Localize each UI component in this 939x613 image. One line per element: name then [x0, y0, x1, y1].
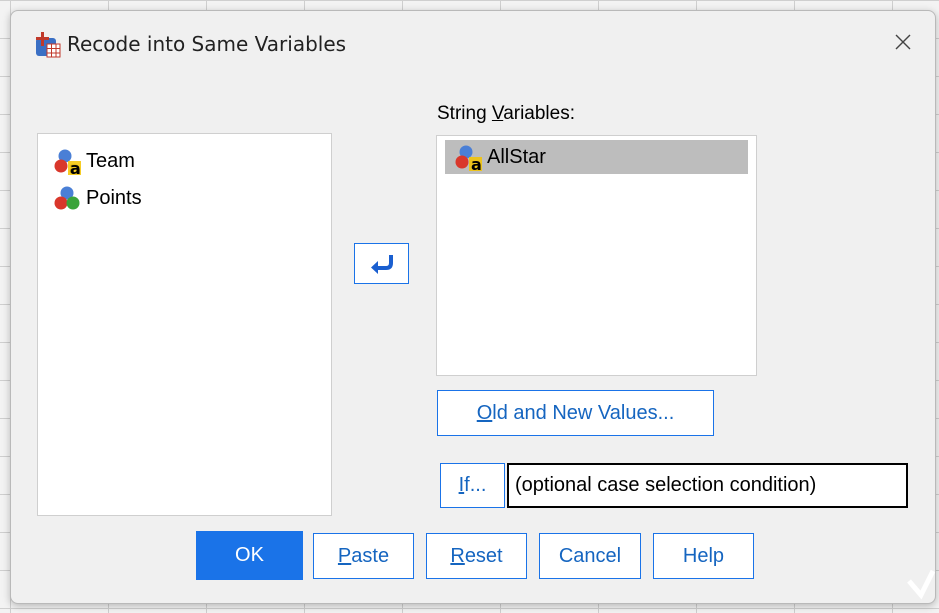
- case-selection-condition: (optional case selection condition): [507, 463, 908, 508]
- reset-button[interactable]: Reset: [426, 533, 527, 579]
- close-button[interactable]: [885, 25, 921, 59]
- list-item-label: AllStar: [487, 145, 546, 168]
- spss-recode-icon: [36, 32, 61, 58]
- list-item-points[interactable]: Points: [52, 181, 142, 215]
- string-variables-list[interactable]: a AllStar: [436, 135, 757, 376]
- string-variable-icon: a: [455, 145, 482, 172]
- button-label: ld and New Values...: [492, 401, 675, 424]
- paste-button[interactable]: Paste: [313, 533, 414, 579]
- move-variable-button[interactable]: [354, 243, 409, 284]
- resize-grip-icon[interactable]: [895, 563, 935, 603]
- title-bar: Recode into Same Variables: [11, 11, 935, 73]
- svg-text:a: a: [471, 155, 482, 172]
- cancel-button[interactable]: Cancel: [539, 533, 641, 579]
- help-button[interactable]: Help: [653, 533, 754, 579]
- button-mnemonic: O: [476, 401, 493, 424]
- recode-dialog: Recode into Same Variables a a Team: [10, 10, 936, 604]
- list-item-allstar[interactable]: a AllStar: [445, 140, 748, 174]
- string-variable-icon: a a: [54, 149, 81, 176]
- list-item-label: Points: [86, 186, 142, 209]
- svg-text:a: a: [70, 159, 81, 176]
- button-mnemonic: P: [337, 544, 352, 567]
- list-item-team[interactable]: a a Team: [52, 144, 135, 178]
- arrow-left-icon: [370, 254, 393, 274]
- button-label: eset: [464, 544, 503, 567]
- button-mnemonic: R: [450, 544, 465, 567]
- button-label: f...: [464, 474, 487, 496]
- scale-variable-icon: [54, 186, 80, 210]
- label-mnemonic: V: [491, 103, 504, 124]
- label-prefix: String: [437, 103, 492, 124]
- label-suffix: ariables:: [503, 103, 576, 124]
- ok-button[interactable]: OK: [196, 531, 303, 580]
- window-title: Recode into Same Variables: [67, 32, 347, 56]
- if-button[interactable]: If...: [440, 463, 505, 508]
- old-and-new-values-button[interactable]: Old and New Values...: [437, 390, 714, 436]
- string-variables-label: String Variables:: [437, 103, 575, 125]
- source-variable-list[interactable]: a a Team Points: [37, 133, 332, 516]
- list-item-label: Team: [86, 149, 135, 172]
- button-label: aste: [351, 544, 390, 567]
- close-icon: [895, 34, 911, 50]
